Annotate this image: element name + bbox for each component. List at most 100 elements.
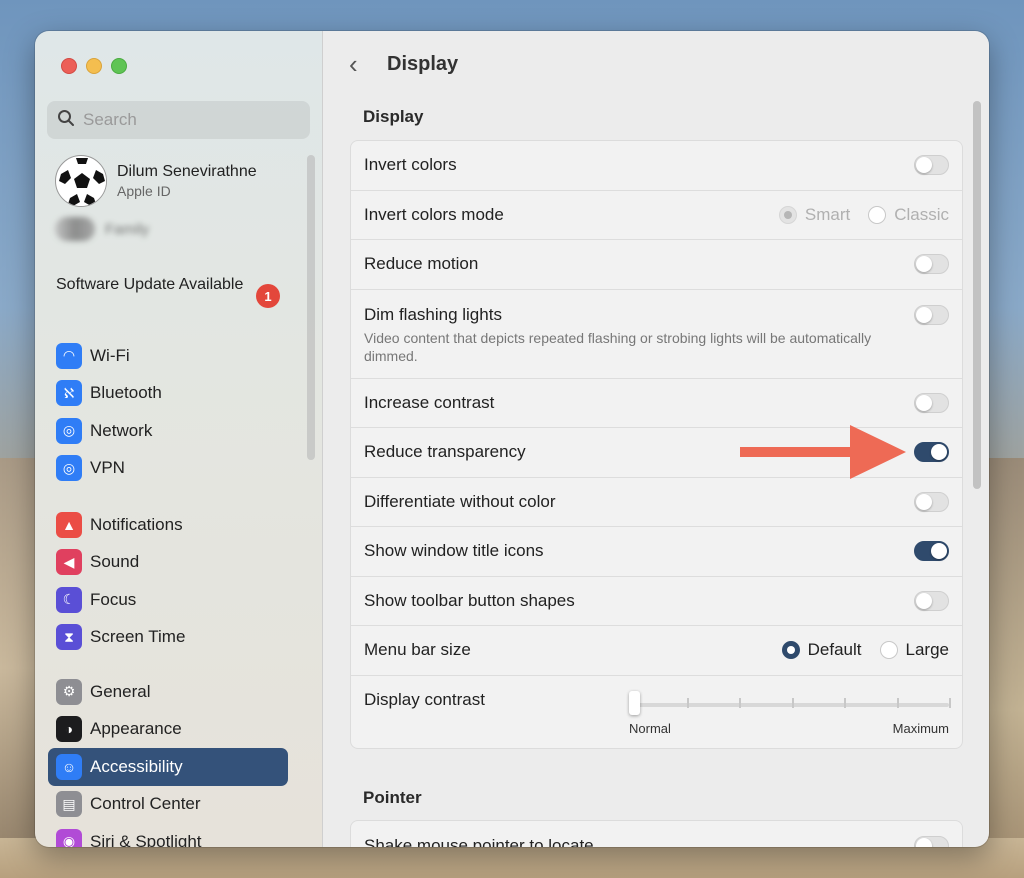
nav-group-system: ⚙ General ◑ Appearance ☺ Accessibility ▤ Contro…	[48, 673, 288, 847]
setting-row-show-toolbar-button-shapes: Show toolbar button shapes	[351, 577, 962, 626]
sidebar-item-vpn[interactable]: ◎ VPN	[48, 450, 288, 488]
slider-tick	[949, 697, 951, 708]
sidebar-item-label: Control Center	[90, 794, 201, 814]
sidebar-scrollbar[interactable]	[307, 155, 315, 460]
wifi-icon: ◠	[56, 342, 82, 369]
sidebar-item-network[interactable]: ◎ Network	[48, 412, 288, 450]
close-button[interactable]	[61, 58, 77, 74]
show-toolbar-button-shapes-toggle[interactable]	[914, 590, 949, 611]
sidebar-item-sound[interactable]: ◀ Sound	[48, 544, 288, 582]
setting-label: Reduce transparency	[364, 442, 526, 462]
nav-group-network: ◠ Wi-Fi ℵ Bluetooth ◎ Network ◎ VPN	[48, 337, 288, 487]
sidebar-item-bluetooth[interactable]: ℵ Bluetooth	[48, 375, 288, 413]
radio-label: Large	[905, 640, 949, 660]
setting-label: Invert colors	[364, 155, 457, 175]
slider-tick	[739, 697, 741, 708]
setting-row-display-contrast: Display contrast Normal Maximum	[351, 676, 962, 748]
radio-option-classic: Classic	[868, 205, 949, 225]
sidebar-item-label: General	[90, 681, 151, 701]
slider-tick	[896, 697, 899, 708]
family-avatars	[55, 217, 95, 241]
setting-row-increase-contrast: Increase contrast	[351, 379, 962, 428]
speaker-icon: ◀	[56, 549, 82, 576]
reduce-transparency-toggle[interactable]	[914, 442, 949, 463]
window-controls	[61, 58, 127, 74]
setting-row-invert-colors: Invert colors	[351, 141, 962, 191]
radio-option-large[interactable]: Large	[879, 640, 949, 660]
sidebar-item-label: Siri & Spotlight	[90, 831, 202, 847]
shake-mouse-pointer-to-locate-toggle[interactable]	[914, 835, 949, 847]
slider-tick	[686, 697, 689, 708]
radio-option-default[interactable]: Default	[781, 640, 862, 660]
sidebar-item-siri-spotlight[interactable]: ◉ Siri & Spotlight	[48, 823, 288, 847]
differentiate-without-color-toggle[interactable]	[914, 491, 949, 512]
radio-button[interactable]	[879, 641, 898, 660]
setting-label: Show window title icons	[364, 541, 544, 561]
main-header: ‹ Display	[323, 31, 989, 97]
family-label: Family	[105, 220, 150, 238]
sidebar-item-label: VPN	[90, 458, 125, 478]
nav-group-notifications: ▲ Notifications ◀ Sound ☾ Focus ⧗ Screen Time	[48, 506, 288, 656]
setting-description: Video content that depicts repeated flas…	[364, 329, 872, 364]
setting-label: Reduce motion	[364, 254, 479, 274]
appearance-icon: ◑	[56, 716, 82, 743]
sidebar-item-label: Bluetooth	[90, 383, 162, 403]
setting-label: Dim flashing lights	[364, 304, 502, 324]
radio-label: Smart	[804, 204, 851, 224]
slider-tick	[844, 697, 846, 708]
slider-knob[interactable]	[629, 690, 640, 715]
dim-flashing-lights-toggle[interactable]	[914, 304, 949, 325]
display-contrast-slider[interactable]: Normal Maximum	[629, 685, 951, 739]
family-item[interactable]: Family	[55, 217, 149, 241]
apple-id-profile[interactable]: Dilum Senevirathne Apple ID	[55, 155, 257, 207]
sidebar-item-notifications[interactable]: ▲ Notifications	[48, 506, 288, 544]
sidebar-item-accessibility[interactable]: ☺ Accessibility	[48, 748, 288, 786]
radio-option-smart: Smart	[778, 204, 851, 225]
sidebar-item-screen-time[interactable]: ⧗ Screen Time	[48, 619, 288, 657]
pointer-settings-card: Shake mouse pointer to locate	[350, 820, 963, 847]
gear-icon: ⚙	[56, 678, 82, 705]
search-icon	[57, 109, 75, 132]
profile-subtitle: Apple ID	[117, 183, 171, 199]
section-title-display: Display	[363, 107, 424, 126]
setting-label: Invert colors mode	[364, 204, 504, 224]
software-update-item[interactable]: Software Update Available	[56, 274, 286, 295]
search-field[interactable]	[47, 101, 310, 139]
sidebar-item-label: Sound	[90, 552, 140, 572]
show-window-title-icons-toggle[interactable]	[914, 541, 949, 562]
invert-colors-mode-radio-group: Smart Classic	[761, 205, 949, 225]
sidebar-item-label: Notifications	[90, 514, 183, 534]
zoom-button[interactable]	[111, 58, 127, 74]
section-title-pointer: Pointer	[363, 788, 422, 807]
invert-colors-toggle[interactable]	[914, 155, 949, 176]
sidebar-item-label: Screen Time	[90, 627, 186, 647]
setting-row-show-window-title-icons: Show window title icons	[351, 527, 962, 577]
avatar	[55, 155, 107, 207]
reduce-motion-toggle[interactable]	[914, 254, 949, 275]
update-badge: 1	[256, 284, 280, 308]
radio-label: Default	[807, 640, 862, 660]
sidebar-item-appearance[interactable]: ◑ Appearance	[48, 711, 288, 749]
setting-row-menu-bar-size: Menu bar size Default Large	[351, 626, 962, 676]
sidebar-item-control-center[interactable]: ▤ Control Center	[48, 786, 288, 824]
setting-label: Shake mouse pointer to locate	[364, 835, 594, 847]
sidebar-item-focus[interactable]: ☾ Focus	[48, 581, 288, 619]
setting-row-reduce-motion: Reduce motion	[351, 240, 962, 290]
setting-row-differentiate-without-color: Differentiate without color	[351, 478, 962, 527]
search-input[interactable]	[83, 110, 293, 130]
minimize-button[interactable]	[86, 58, 102, 74]
back-button[interactable]: ‹	[349, 49, 369, 80]
increase-contrast-toggle[interactable]	[914, 392, 949, 413]
sidebar-item-general[interactable]: ⚙ General	[48, 673, 288, 711]
control-center-icon: ▤	[56, 791, 82, 818]
main-scrollbar[interactable]	[973, 101, 981, 489]
radio-button	[778, 205, 797, 224]
radio-button	[868, 205, 887, 224]
accessibility-icon: ☺	[56, 753, 82, 780]
setting-label: Show toolbar button shapes	[364, 590, 575, 610]
sidebar-item-label: Focus	[90, 589, 137, 609]
siri-icon: ◉	[56, 828, 82, 847]
profile-name: Dilum Senevirathne	[117, 163, 257, 180]
sidebar-item-wi-fi[interactable]: ◠ Wi-Fi	[48, 337, 288, 375]
radio-button[interactable]	[781, 641, 800, 660]
